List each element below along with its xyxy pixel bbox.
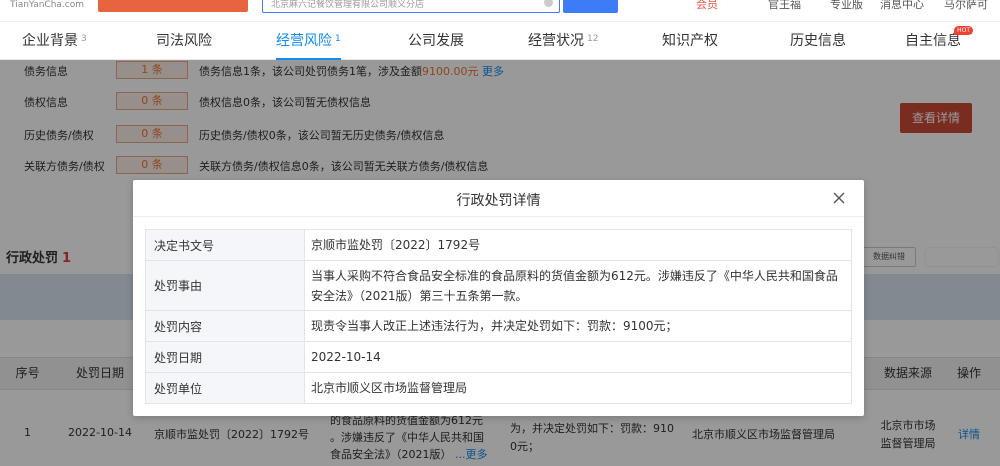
search-button[interactable] [563, 0, 618, 13]
tab-company-development[interactable]: 公司发展 [408, 22, 464, 60]
detail-key: 处罚内容 [145, 310, 305, 342]
site-logo[interactable]: TianYanCha.com [10, 0, 84, 10]
tab-operating-status[interactable]: 经营状况 12 [528, 22, 598, 60]
close-icon[interactable] [830, 189, 848, 207]
detail-row: 处罚事由 当事人采购不符合食品安全标准的食品原料的货值金额为612元。涉嫌违反了… [145, 260, 852, 311]
detail-key: 处罚单位 [145, 372, 305, 404]
vip-link[interactable]: 会员 [696, 0, 718, 10]
top-link-messages[interactable]: 消息中心 [880, 0, 924, 10]
top-link-user[interactable]: 马尔萨可 [944, 0, 988, 10]
detail-value: 现责令当事人改正上述违法行为，并决定处罚如下：罚款：9100元； [304, 310, 852, 342]
clear-search-icon[interactable] [544, 0, 553, 7]
dialog-header: 行政处罚详情 [133, 180, 864, 217]
top-bar: TianYanCha.com 北京麻六记餐饮管理有限公司顺义分店 会员 官王福 … [0, 0, 1000, 22]
hot-badge: HOT [954, 26, 973, 35]
detail-row: 决定书文号 京顺市监处罚〔2022〕1792号 [145, 229, 852, 261]
detail-key: 处罚事由 [145, 260, 305, 311]
main-nav: 企业背景 3 司法风险 经营风险 1 公司发展 经营状况 12 知识产权 历史信息 自… [0, 22, 1000, 60]
search-query: 北京麻六记餐饮管理有限公司顺义分店 [271, 0, 425, 10]
tab-company-background[interactable]: 企业背景 3 [22, 22, 87, 60]
top-link-2[interactable]: 官王福 [768, 0, 801, 10]
top-link-pro[interactable]: 专业版 [830, 0, 863, 10]
detail-value: 京顺市监处罚〔2022〕1792号 [304, 229, 852, 261]
dialog-title: 行政处罚详情 [456, 193, 541, 209]
tab-judicial-risk[interactable]: 司法风险 [156, 22, 212, 60]
search-input[interactable]: 北京麻六记餐饮管理有限公司顺义分店 [262, 0, 560, 13]
detail-value: 2022-10-14 [304, 341, 852, 373]
detail-key: 处罚日期 [145, 341, 305, 373]
vip-banner[interactable] [98, 0, 248, 12]
detail-key: 决定书文号 [145, 229, 305, 261]
detail-row: 处罚日期 2022-10-14 [145, 341, 852, 373]
tab-intellectual-property[interactable]: 知识产权 [662, 22, 718, 60]
detail-value: 当事人采购不符合食品安全标准的食品原料的货值金额为612元。涉嫌违反了《中华人民… [304, 260, 852, 311]
detail-value: 北京市顺义区市场监督管理局 [304, 372, 852, 404]
detail-row: 处罚单位 北京市顺义区市场监督管理局 [145, 372, 852, 404]
tab-history[interactable]: 历史信息 [790, 22, 846, 60]
penalty-detail-dialog: 行政处罚详情 决定书文号 京顺市监处罚〔2022〕1792号 处罚事由 当事人采… [133, 180, 864, 416]
tab-operating-risk[interactable]: 经营风险 1 [276, 22, 341, 60]
tab-self-info[interactable]: 自主信息 HOT [905, 22, 973, 60]
detail-table: 决定书文号 京顺市监处罚〔2022〕1792号 处罚事由 当事人采购不符合食品安… [145, 229, 852, 404]
detail-row: 处罚内容 现责令当事人改正上述违法行为，并决定处罚如下：罚款：9100元； [145, 310, 852, 342]
